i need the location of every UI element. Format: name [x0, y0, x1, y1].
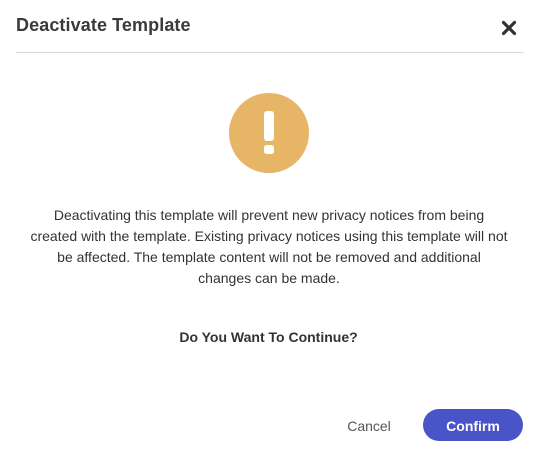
dialog-message: Deactivating this template will prevent …	[30, 207, 508, 286]
exclamation-icon	[264, 111, 274, 154]
warning-badge	[229, 93, 309, 173]
close-icon[interactable]	[500, 19, 518, 37]
confirm-button[interactable]: Confirm	[423, 409, 523, 441]
cancel-button[interactable]: Cancel	[336, 410, 402, 440]
dialog-title: Deactivate Template	[16, 15, 191, 35]
dialog-header: Deactivate Template	[16, 0, 524, 53]
dialog-question: Do You Want To Continue?	[179, 329, 358, 345]
deactivate-template-dialog: Deactivate Template Deactivating this te…	[0, 0, 537, 455]
